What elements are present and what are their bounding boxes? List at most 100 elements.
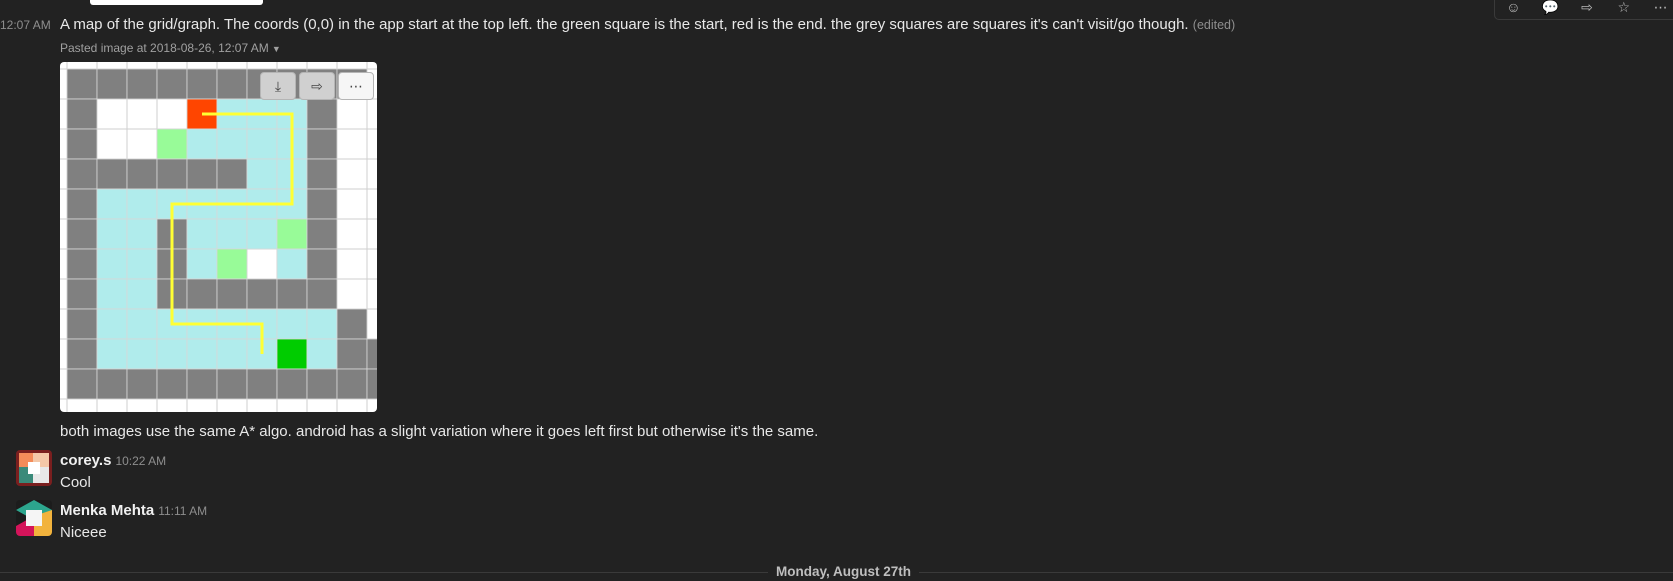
open-cell (96, 308, 128, 340)
wall-cell (306, 98, 338, 130)
open-cell (126, 218, 158, 250)
file-actions: ⤓ ⇨ ⋯ (260, 72, 374, 100)
open-cell (126, 188, 158, 220)
open-cell (246, 158, 278, 190)
wall-cell (306, 368, 338, 400)
explored-cell (276, 218, 308, 250)
share-icon[interactable]: ⇨ (299, 72, 335, 100)
wall-cell (156, 158, 188, 190)
open-cell (96, 278, 128, 310)
open-cell (96, 338, 128, 370)
wall-cell (126, 368, 158, 400)
open-cell (276, 248, 308, 280)
open-cell (306, 338, 338, 370)
share-icon[interactable]: ⇨ (1576, 0, 1598, 18)
message-timestamp[interactable]: 12:07 AM (0, 18, 51, 32)
wall-cell (276, 278, 308, 310)
wall-cell (186, 368, 218, 400)
thread-icon[interactable]: 💬 (1539, 0, 1561, 18)
open-cell (126, 338, 158, 370)
avatar[interactable] (16, 450, 52, 486)
wall-cell (156, 68, 188, 100)
message-text-4: Niceee (60, 524, 107, 541)
wall-cell (96, 158, 128, 190)
wall-cell (96, 368, 128, 400)
open-cell (126, 308, 158, 340)
attachment-meta[interactable]: Pasted image at 2018-08-26, 12:07 AM ▼ (60, 41, 281, 55)
open-cell (96, 248, 128, 280)
download-icon[interactable]: ⤓ (260, 72, 296, 100)
message-text-2: both images use the same A* algo. androi… (60, 423, 819, 440)
open-cell (186, 218, 218, 250)
open-cell (276, 308, 308, 340)
wall-cell (66, 188, 98, 220)
wall-cell (66, 278, 98, 310)
wall-cell (126, 158, 158, 190)
wall-cell (336, 368, 368, 400)
wall-cell (216, 368, 248, 400)
open-cell (186, 248, 218, 280)
username[interactable]: corey.s 10:22 AM (60, 452, 166, 469)
open-cell (96, 188, 128, 220)
pasted-image[interactable] (60, 62, 377, 412)
message-text-3: Cool (60, 474, 91, 491)
username[interactable]: Menka Mehta 11:11 AM (60, 502, 207, 519)
wall-cell (336, 338, 368, 370)
open-cell (96, 218, 128, 250)
wall-cell (186, 158, 218, 190)
wall-cell (126, 68, 158, 100)
chevron-down-icon[interactable]: ▼ (272, 44, 281, 54)
avatar[interactable] (16, 500, 52, 536)
wall-cell (306, 278, 338, 310)
wall-cell (156, 368, 188, 400)
star-icon[interactable]: ☆ (1613, 0, 1635, 18)
open-cell (306, 308, 338, 340)
wall-cell (306, 248, 338, 280)
attachment-meta-label: Pasted image at 2018-08-26, 12:07 AM (60, 41, 269, 55)
wall-cell (66, 158, 98, 190)
wall-cell (366, 338, 377, 370)
edited-label: (edited) (1192, 18, 1236, 32)
open-cell (246, 218, 278, 250)
more-icon[interactable]: ⋯ (338, 72, 374, 100)
wall-cell (306, 158, 338, 190)
wall-cell (66, 218, 98, 250)
grid-map-image (60, 62, 377, 412)
message-text: A map of the grid/graph. The coords (0,0… (60, 16, 1235, 33)
open-cell (216, 338, 248, 370)
wall-cell (366, 368, 377, 400)
wall-cell (96, 68, 128, 100)
wall-cell (216, 158, 248, 190)
more-icon[interactable]: ⋯ (1650, 0, 1672, 18)
wall-cell (66, 68, 98, 100)
open-cell (216, 218, 248, 250)
message-actions-toolbar: ☺ 💬 ⇨ ☆ ⋯ (1494, 0, 1673, 20)
wall-cell (66, 368, 98, 400)
open-cell (186, 338, 218, 370)
open-cell (246, 128, 278, 160)
message-time[interactable]: 11:11 AM (158, 504, 207, 518)
wall-cell (216, 278, 248, 310)
emoji-icon[interactable]: ☺ (1502, 0, 1524, 18)
wall-cell (306, 128, 338, 160)
open-cell (126, 278, 158, 310)
start-cell (276, 338, 308, 370)
wall-cell (186, 68, 218, 100)
wall-cell (306, 188, 338, 220)
wall-cell (246, 278, 278, 310)
wall-cell (66, 128, 98, 160)
message-time[interactable]: 10:22 AM (115, 454, 166, 468)
wall-cell (216, 68, 248, 100)
previous-attachment-edge (90, 0, 263, 5)
open-cell (156, 338, 188, 370)
open-cell (126, 248, 158, 280)
open-cell (216, 128, 248, 160)
wall-cell (66, 338, 98, 370)
wall-cell (66, 98, 98, 130)
username-label: Menka Mehta (60, 502, 155, 519)
explored-cell (156, 128, 188, 160)
username-label: corey.s (60, 452, 112, 469)
wall-cell (66, 308, 98, 340)
wall-cell (276, 368, 308, 400)
wall-cell (186, 278, 218, 310)
